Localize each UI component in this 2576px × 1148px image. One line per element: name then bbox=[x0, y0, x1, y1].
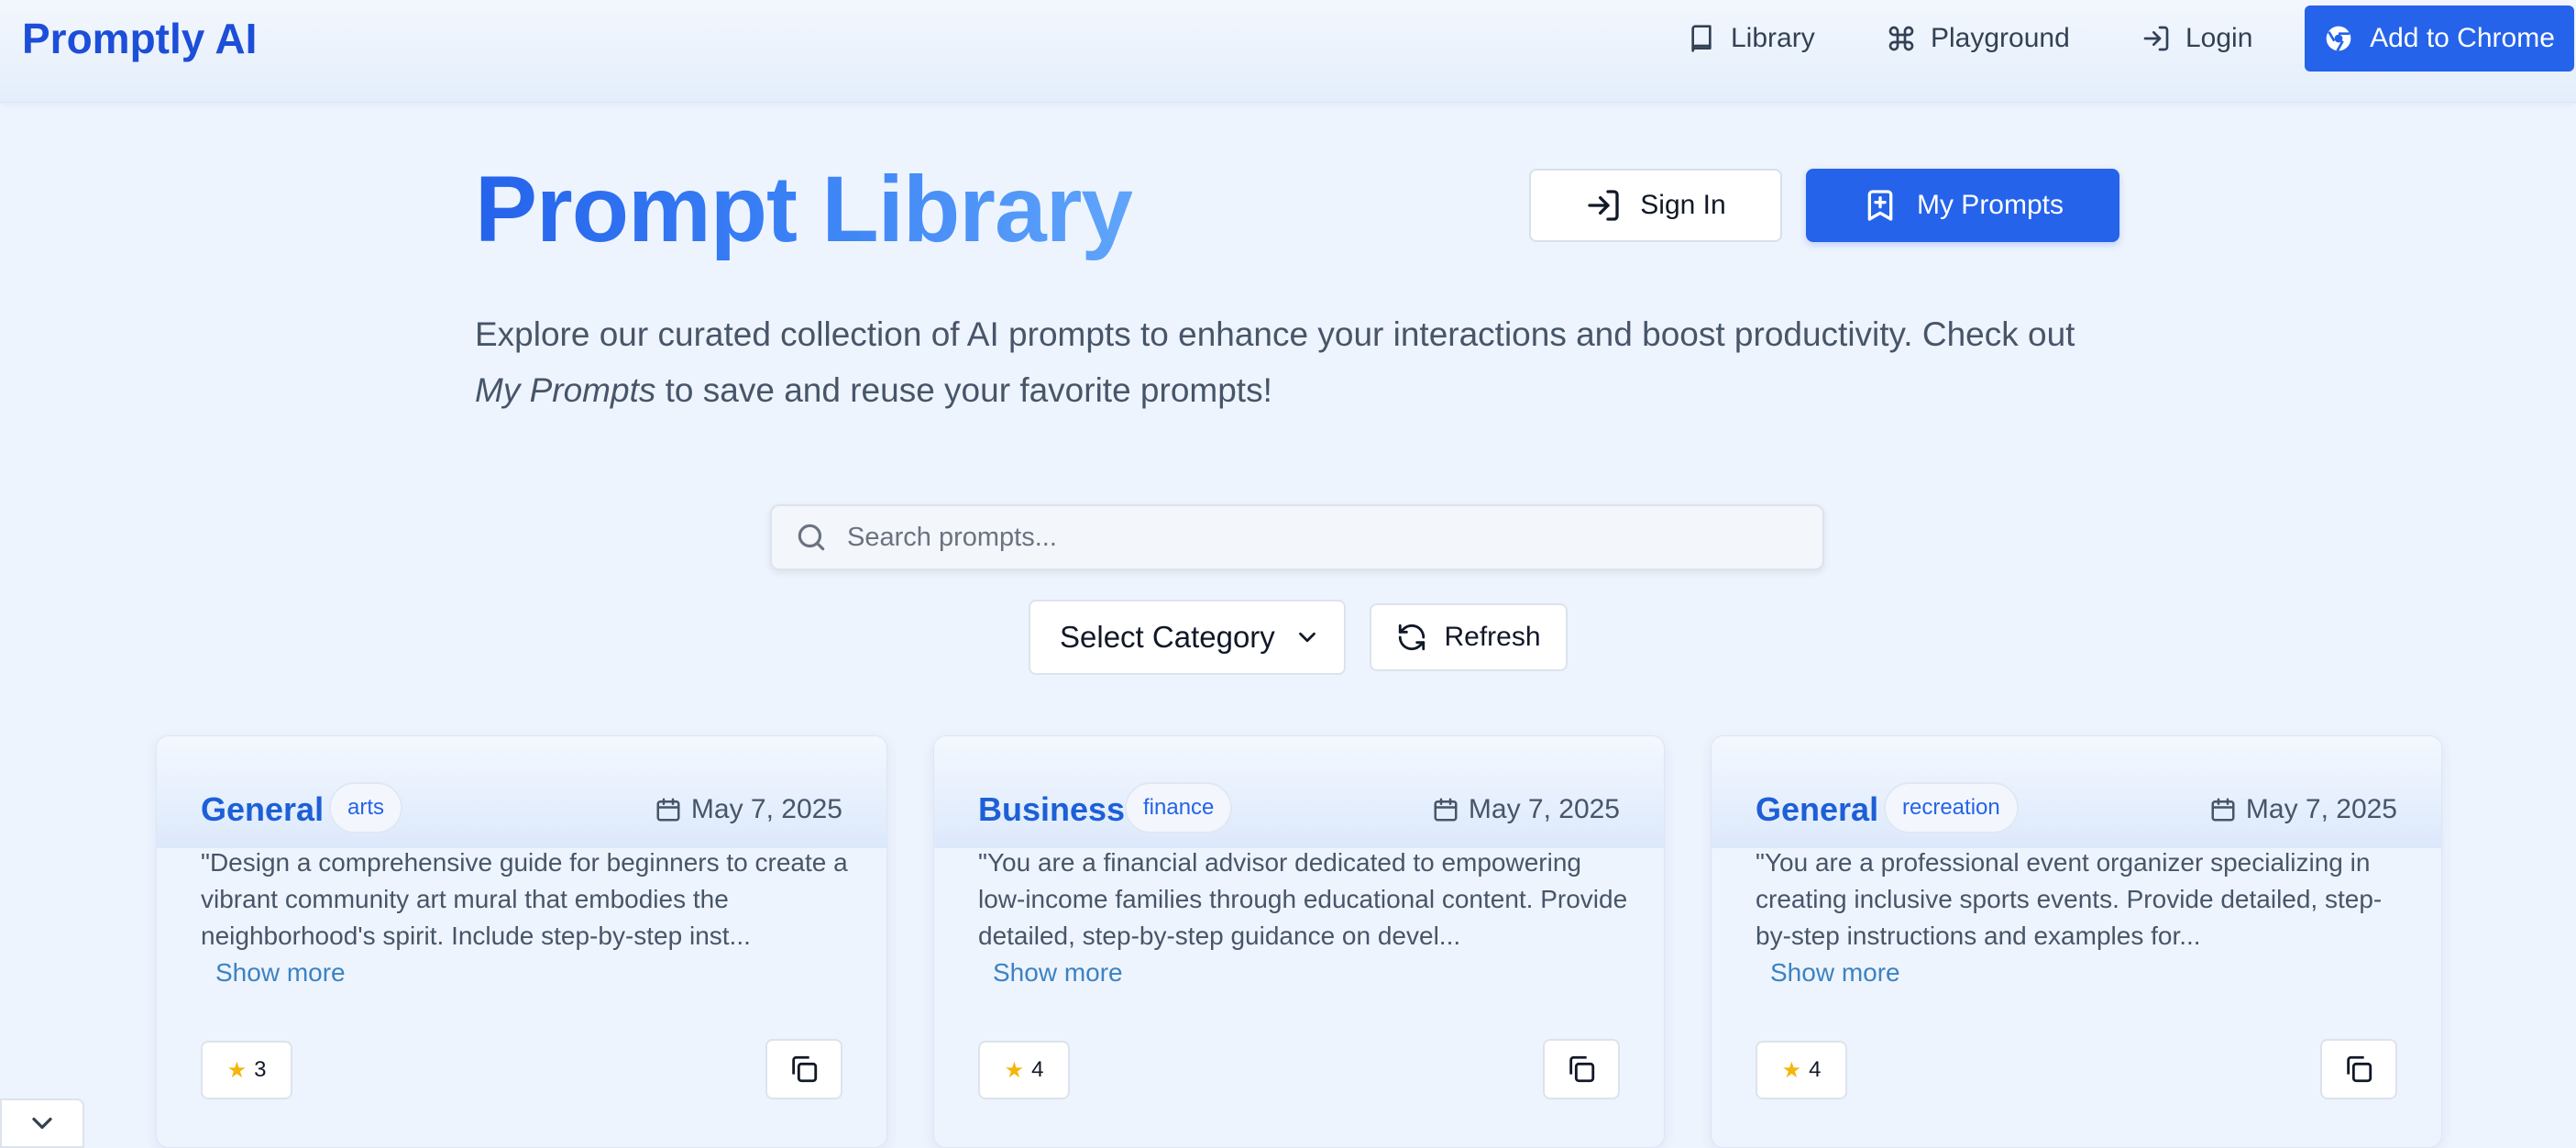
description-text: Explore our curated collection of AI pro… bbox=[475, 315, 2075, 353]
calendar-icon bbox=[656, 798, 680, 822]
add-to-chrome-button[interactable]: Add to Chrome bbox=[2305, 6, 2574, 72]
card-tag[interactable]: recreation bbox=[1884, 782, 2019, 833]
copy-icon bbox=[792, 1055, 818, 1083]
card-date-text: May 7, 2025 bbox=[2245, 794, 2397, 824]
nav-library-label: Library bbox=[1731, 23, 1815, 53]
page-title: Prompt Library bbox=[475, 154, 1132, 264]
star-icon: ★ bbox=[1781, 1057, 1802, 1083]
nav-playground-link[interactable]: Playground bbox=[1887, 13, 2070, 64]
show-more-link[interactable]: Show more bbox=[993, 958, 1123, 988]
nav-login-label: Login bbox=[2185, 23, 2253, 53]
card-tag[interactable]: finance bbox=[1125, 782, 1233, 833]
search-input[interactable] bbox=[847, 522, 1764, 553]
copy-button[interactable] bbox=[765, 1039, 842, 1099]
page-title-part1: Prompt bbox=[475, 157, 797, 261]
chevron-down-icon bbox=[32, 1117, 52, 1130]
card-prompt-text: "You are a professional event organizer … bbox=[1756, 848, 2383, 950]
card-category[interactable]: General bbox=[201, 784, 324, 835]
rating-value: 4 bbox=[1031, 1057, 1044, 1082]
login-icon bbox=[2143, 26, 2169, 51]
description-emphasis: My Prompts bbox=[475, 371, 656, 409]
top-navbar: Promptly AI Library Playground Login Add… bbox=[0, 0, 2576, 103]
search-bar bbox=[770, 504, 1824, 570]
copy-button[interactable] bbox=[2320, 1039, 2397, 1099]
card-prompt-text: "You are a financial advisor dedicated t… bbox=[978, 848, 1628, 950]
my-prompts-button[interactable]: My Prompts bbox=[1806, 169, 2119, 242]
refresh-button[interactable]: Refresh bbox=[1370, 603, 1568, 671]
card-date: May 7, 2025 bbox=[2209, 784, 2397, 835]
calendar-icon bbox=[1434, 798, 1458, 822]
star-icon: ★ bbox=[226, 1057, 248, 1083]
refresh-icon bbox=[1399, 624, 1426, 651]
card-tag[interactable]: arts bbox=[329, 782, 403, 833]
prompt-card: General recreation May 7, 2025 "You are … bbox=[1711, 735, 2442, 1148]
rating-value: 3 bbox=[254, 1057, 267, 1082]
copy-button[interactable] bbox=[1543, 1039, 1620, 1099]
card-date-text: May 7, 2025 bbox=[690, 794, 842, 824]
nav-login-link[interactable]: Login bbox=[2141, 13, 2252, 64]
command-icon bbox=[1888, 26, 1914, 51]
card-prompt-text: "Design a comprehensive guide for beginn… bbox=[201, 848, 848, 950]
sign-in-label: Sign In bbox=[1640, 190, 1726, 220]
card-date-text: May 7, 2025 bbox=[1468, 794, 1620, 824]
page-description: Explore our curated collection of AI pro… bbox=[475, 306, 2125, 418]
brand-logo[interactable]: Promptly AI bbox=[22, 13, 257, 64]
rating-badge[interactable]: ★ 4 bbox=[1756, 1041, 1847, 1099]
search-icon bbox=[798, 524, 825, 551]
calendar-icon bbox=[2211, 798, 2235, 822]
my-prompts-label: My Prompts bbox=[1916, 190, 2064, 220]
book-icon bbox=[1691, 25, 1712, 52]
chevron-down-icon bbox=[1298, 632, 1316, 643]
prompt-card: General arts May 7, 2025 "Design a compr… bbox=[156, 735, 887, 1148]
card-date: May 7, 2025 bbox=[655, 784, 842, 835]
nav-library-link[interactable]: Library bbox=[1687, 13, 1815, 64]
description-text-end: to save and reuse your favorite prompts! bbox=[655, 371, 1272, 409]
show-more-link[interactable]: Show more bbox=[215, 958, 346, 988]
collapse-toggle[interactable] bbox=[0, 1098, 84, 1148]
chrome-icon bbox=[2326, 26, 2351, 51]
rating-badge[interactable]: ★ 3 bbox=[201, 1041, 292, 1099]
card-date: May 7, 2025 bbox=[1432, 784, 1620, 835]
copy-icon bbox=[1569, 1055, 1595, 1083]
refresh-label: Refresh bbox=[1444, 622, 1541, 652]
rating-badge[interactable]: ★ 4 bbox=[978, 1041, 1070, 1099]
rating-value: 4 bbox=[1809, 1057, 1822, 1082]
category-select[interactable]: Select Category bbox=[1029, 600, 1346, 675]
page-title-part2: Library bbox=[821, 157, 1133, 261]
copy-icon bbox=[2347, 1055, 2372, 1083]
category-select-label: Select Category bbox=[1060, 620, 1275, 654]
sign-in-icon bbox=[1588, 190, 1619, 221]
prompt-card: Business finance May 7, 2025 "You are a … bbox=[933, 735, 1665, 1148]
bookmark-plus-icon bbox=[1867, 190, 1893, 221]
card-category[interactable]: Business bbox=[978, 784, 1125, 835]
sign-in-button[interactable]: Sign In bbox=[1529, 169, 1782, 242]
nav-playground-label: Playground bbox=[1931, 23, 2070, 53]
star-icon: ★ bbox=[1004, 1057, 1025, 1083]
show-more-link[interactable]: Show more bbox=[1770, 958, 1900, 988]
card-category[interactable]: General bbox=[1756, 784, 1878, 835]
add-to-chrome-label: Add to Chrome bbox=[2370, 23, 2555, 53]
